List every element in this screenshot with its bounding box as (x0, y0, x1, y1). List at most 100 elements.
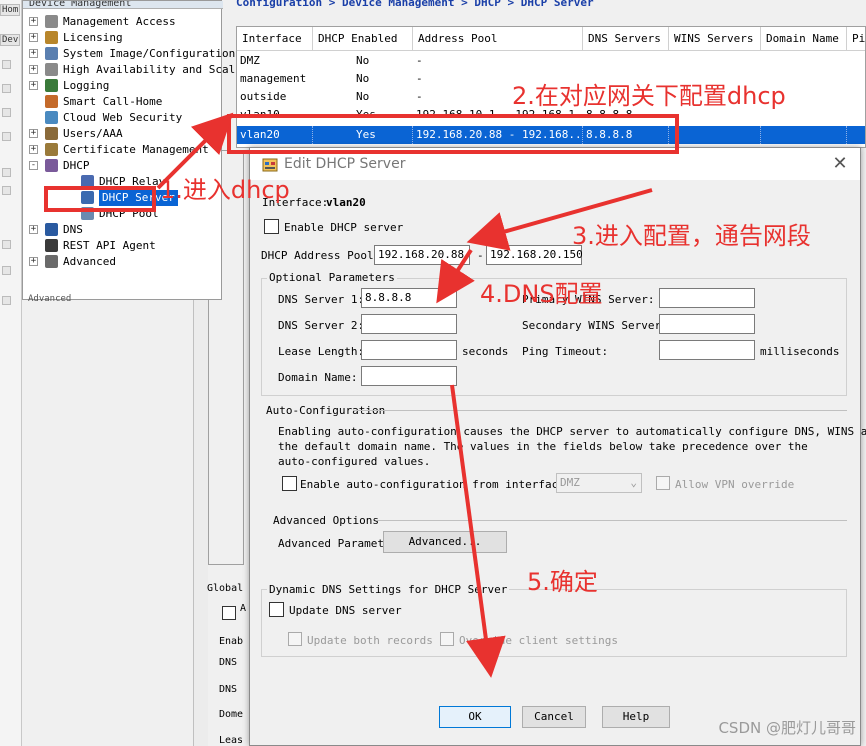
lower-label: Dome (219, 709, 244, 720)
tree-node-icon (45, 31, 58, 44)
tree-item[interactable]: + Licensing (23, 30, 221, 46)
expander-icon[interactable] (2, 240, 11, 249)
tree-item[interactable]: + Logging (23, 78, 221, 94)
tree-node-icon (45, 47, 58, 60)
pool-start-input[interactable]: 192.168.20.88 (374, 245, 470, 265)
tree-item[interactable]: Smart Call-Home (23, 94, 221, 110)
pool-label: DHCP Address Pool: (261, 249, 381, 262)
secondary-wins-label: Secondary WINS Server: (522, 319, 668, 332)
column-header-dns-servers[interactable]: DNS Servers (583, 27, 669, 51)
update-dns-checkbox[interactable] (269, 602, 284, 617)
device-tab-fragment[interactable]: Dev (0, 34, 21, 46)
tree-item[interactable]: + High Availability and Scal (23, 62, 235, 78)
enable-dhcp-checkbox[interactable] (264, 219, 279, 234)
table-cell (669, 52, 761, 70)
advanced-button[interactable]: Advanced... (383, 531, 507, 553)
expander-icon[interactable] (2, 108, 11, 117)
tree-item[interactable]: + Certificate Management (23, 142, 221, 158)
tree-item-label: Smart Call-Home (63, 95, 163, 108)
table-cell: management (240, 72, 307, 85)
close-icon[interactable]: ✕ (828, 152, 852, 176)
expand-icon[interactable]: + (29, 49, 38, 58)
expand-icon[interactable]: + (29, 225, 38, 234)
tree-item[interactable]: + Advanced (23, 254, 221, 270)
background-window-edge: Hom Dev (0, 0, 22, 746)
expand-icon[interactable]: + (29, 17, 38, 26)
table-cell (847, 126, 865, 144)
primary-wins-input[interactable] (659, 288, 755, 308)
tree-item-label: High Availability and Scal (63, 63, 236, 76)
milliseconds-label: milliseconds (760, 345, 840, 358)
seconds-label: seconds (462, 345, 509, 358)
ping-timeout-input[interactable] (659, 340, 755, 360)
expander-icon[interactable] (2, 296, 11, 305)
tree-item[interactable]: Cloud Web Security (23, 110, 221, 126)
lower-label: DNS (219, 657, 238, 668)
table-cell: - (416, 54, 423, 67)
highlight-vlan20-row (227, 114, 679, 154)
expander-icon[interactable] (2, 186, 11, 195)
dialog-title: Edit DHCP Server (284, 156, 406, 172)
lease-length-label: Lease Length: (278, 345, 365, 358)
enable-auto-config-checkbox[interactable] (282, 476, 297, 491)
expander-icon[interactable] (2, 266, 11, 275)
column-header-wins-servers[interactable]: WINS Servers (669, 27, 761, 51)
interface-value: vlan20 (326, 196, 366, 209)
global-label: Global (207, 583, 244, 594)
global-checkbox[interactable] (222, 606, 236, 620)
enable-auto-config-label: Enable auto-configuration from interface… (300, 478, 572, 491)
ok-button[interactable]: OK (439, 706, 511, 728)
annotation-step3: 3.进入配置，通告网段 (572, 222, 811, 250)
tree-item[interactable]: + Management Access (23, 14, 221, 30)
column-header-dhcp-enabled[interactable]: DHCP Enabled (313, 27, 413, 51)
divider (376, 520, 847, 521)
home-tab-fragment[interactable]: Hom (0, 4, 21, 16)
column-header-pin[interactable]: Pin (847, 27, 865, 51)
expand-icon[interactable]: + (29, 129, 38, 138)
column-header-interface[interactable]: Interface (237, 27, 313, 51)
collapse-icon[interactable]: - (29, 161, 38, 170)
help-button[interactable]: Help (602, 706, 670, 728)
expand-icon[interactable]: + (29, 81, 38, 90)
auto-config-interface-value: DMZ (560, 476, 580, 489)
tree-item[interactable]: + DNS (23, 222, 221, 238)
tree-panel-scrollbar[interactable] (193, 300, 208, 746)
tree-item[interactable]: + System Image/Configuration (23, 46, 235, 62)
expander-icon[interactable] (2, 132, 11, 141)
secondary-wins-input[interactable] (659, 314, 755, 334)
lease-length-input[interactable] (361, 340, 457, 360)
pool-end-input[interactable]: 192.168.20.150 (486, 245, 583, 265)
auto-config-interface-select[interactable]: DMZ ⌄ (556, 473, 642, 493)
expander-icon[interactable] (2, 84, 11, 93)
domain-name-input[interactable] (361, 366, 457, 386)
update-both-records-checkbox[interactable] (288, 632, 302, 646)
lower-label: DNS (219, 684, 238, 695)
lower-label: Enab (219, 636, 244, 647)
annotation-step4: 4.DNS配置 (480, 280, 603, 308)
tree-item[interactable]: REST API Agent (23, 238, 221, 254)
tree-tail-item: Advanced (28, 294, 72, 304)
override-client-settings-checkbox[interactable] (440, 632, 454, 646)
table-row[interactable]: DMZ No - (237, 52, 865, 70)
expand-icon[interactable]: + (29, 257, 38, 266)
divider (354, 410, 847, 411)
navigation-tree: Device Management + Management Access + Lic… (22, 0, 235, 300)
auto-config-description: auto-configured values. (278, 455, 431, 468)
dns2-input[interactable] (361, 314, 457, 334)
column-header-address-pool[interactable]: Address Pool (413, 27, 583, 51)
highlight-dhcp-server (44, 186, 156, 212)
expander-icon[interactable] (2, 168, 11, 177)
override-client-settings-label: Override client settings (459, 634, 618, 647)
tree-node-icon (45, 111, 58, 124)
table-cell: No (356, 90, 370, 103)
expand-icon[interactable]: + (29, 33, 38, 42)
expand-icon[interactable]: + (29, 145, 38, 154)
dns1-input[interactable]: 8.8.8.8 (361, 288, 457, 308)
column-header-domain-name[interactable]: Domain Name (761, 27, 847, 51)
cancel-button[interactable]: Cancel (522, 706, 586, 728)
expander-icon[interactable] (2, 60, 11, 69)
pool-dash: - (477, 249, 484, 262)
tree-item[interactable]: + Users/AAA (23, 126, 221, 142)
expand-icon[interactable]: + (29, 65, 38, 74)
allow-vpn-override-checkbox[interactable] (656, 476, 670, 490)
